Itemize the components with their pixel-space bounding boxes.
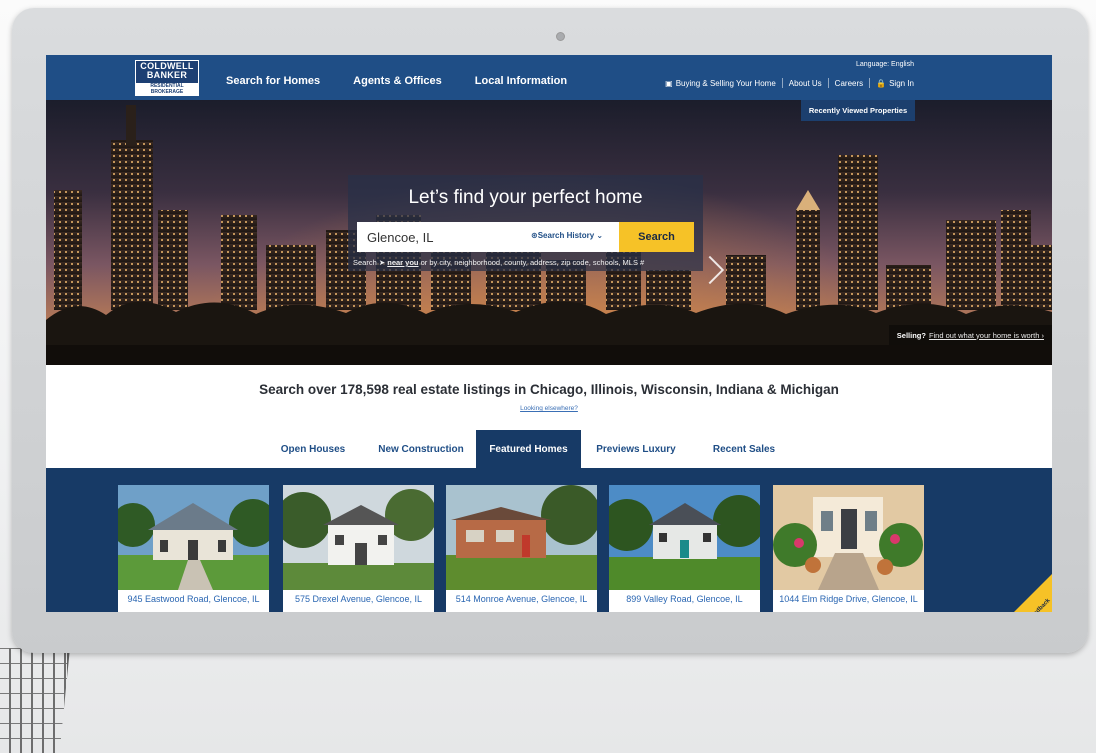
location-arrow-icon: ➤	[378, 258, 386, 267]
listing-address[interactable]: 514 Monroe Avenue, Glencoe, IL	[446, 594, 597, 604]
nav-search-homes[interactable]: Search for Homes	[226, 75, 320, 87]
listings-headline: Search over 178,598 real estate listings…	[259, 382, 839, 397]
featured-listings-strip: 945 Eastwood Road, Glencoe, IL 575 Drexe…	[46, 468, 1052, 612]
listing-card[interactable]: 899 Valley Road, Glencoe, IL	[609, 485, 760, 612]
logo-line-2: BANKER	[146, 69, 188, 80]
chevron-down-icon: ⌄	[596, 231, 604, 240]
hero-banner: Recently Viewed Properties Let’s find yo…	[46, 100, 1052, 365]
hint-prefix: Search	[353, 258, 377, 267]
search-history-label: Search History	[537, 231, 595, 240]
listing-card[interactable]: 945 Eastwood Road, Glencoe, IL	[118, 485, 269, 612]
listing-photo	[283, 485, 434, 590]
listing-address[interactable]: 575 Drexel Avenue, Glencoe, IL	[283, 594, 434, 604]
listing-card[interactable]: 575 Drexel Avenue, Glencoe, IL	[283, 485, 434, 612]
lock-icon: 🔒	[876, 78, 887, 88]
wire-basket	[0, 648, 70, 753]
feedback-label: Feedback	[1028, 597, 1052, 612]
history-icon: ⊛	[531, 231, 538, 240]
brand-logo[interactable]: COLDWELL BANKER RESIDENTIAL BROKERAGE	[135, 60, 199, 96]
listing-card[interactable]: 1044 Elm Ridge Drive, Glencoe, IL	[773, 485, 924, 612]
map-icon: ▣	[665, 78, 673, 88]
listing-photo	[773, 485, 924, 590]
listing-address[interactable]: 1044 Elm Ridge Drive, Glencoe, IL	[773, 594, 924, 604]
listing-photo	[609, 485, 760, 590]
tab-recent-sales[interactable]: Recent Sales	[694, 430, 794, 468]
browser-screen: COLDWELL BANKER RESIDENTIAL BROKERAGE Se…	[46, 55, 1052, 612]
listing-card[interactable]: 514 Monroe Avenue, Glencoe, IL	[446, 485, 597, 612]
feedback-tab[interactable]: Feedback	[1014, 572, 1052, 612]
divider	[869, 78, 871, 88]
nav-buying-selling[interactable]: Buying & Selling Your Home	[676, 79, 776, 88]
nav-careers[interactable]: Careers	[835, 79, 863, 88]
listing-address[interactable]: 945 Eastwood Road, Glencoe, IL	[118, 594, 269, 604]
divider	[827, 78, 829, 88]
search-hint: Search ➤ near you or by city, neighborho…	[353, 258, 644, 267]
search-panel: Let’s find your perfect home ⊛Search His…	[348, 175, 703, 271]
nav-sign-in[interactable]: Sign In	[889, 79, 914, 88]
divider	[781, 78, 783, 88]
looking-elsewhere-link[interactable]: Looking elsewhere?	[46, 405, 1052, 412]
listing-tabs: Open Houses New Construction Featured Ho…	[46, 430, 1052, 468]
near-you-link[interactable]: near you	[387, 258, 418, 267]
main-nav: Search for Homes Agents & Offices Local …	[226, 75, 567, 87]
webcam-icon	[556, 32, 565, 41]
tab-previews-luxury[interactable]: Previews Luxury	[586, 430, 686, 468]
search-title: Let’s find your perfect home	[408, 187, 643, 208]
selling-label: Selling?	[896, 330, 926, 340]
nav-agents-offices[interactable]: Agents & Offices	[353, 75, 442, 87]
utility-nav: ▣ Buying & Selling Your Home About Us Ca…	[665, 78, 914, 88]
selling-banner: Selling? Find out what your home is wort…	[888, 325, 1052, 345]
hint-suffix: or by city, neighborhood, county, addres…	[420, 258, 645, 267]
tab-open-houses[interactable]: Open Houses	[263, 430, 363, 468]
listing-photo	[446, 485, 597, 590]
language-selector[interactable]: Language: English	[856, 61, 914, 68]
tab-featured-homes[interactable]: Featured Homes	[476, 430, 581, 468]
search-history-dropdown[interactable]: ⊛Search History ⌄	[531, 231, 603, 240]
logo-line-3: RESIDENTIAL BROKERAGE	[136, 82, 198, 95]
tab-new-construction[interactable]: New Construction	[366, 430, 476, 468]
home-value-link[interactable]: Find out what your home is worth ›	[929, 331, 1044, 340]
site-header: COLDWELL BANKER RESIDENTIAL BROKERAGE Se…	[46, 55, 1052, 100]
nav-about-us[interactable]: About Us	[789, 79, 822, 88]
listing-photo	[118, 485, 269, 590]
recently-viewed-button[interactable]: Recently Viewed Properties	[801, 100, 915, 121]
listing-address[interactable]: 899 Valley Road, Glencoe, IL	[609, 594, 760, 604]
nav-local-information[interactable]: Local Information	[475, 75, 567, 87]
search-button[interactable]: Search	[619, 222, 694, 252]
